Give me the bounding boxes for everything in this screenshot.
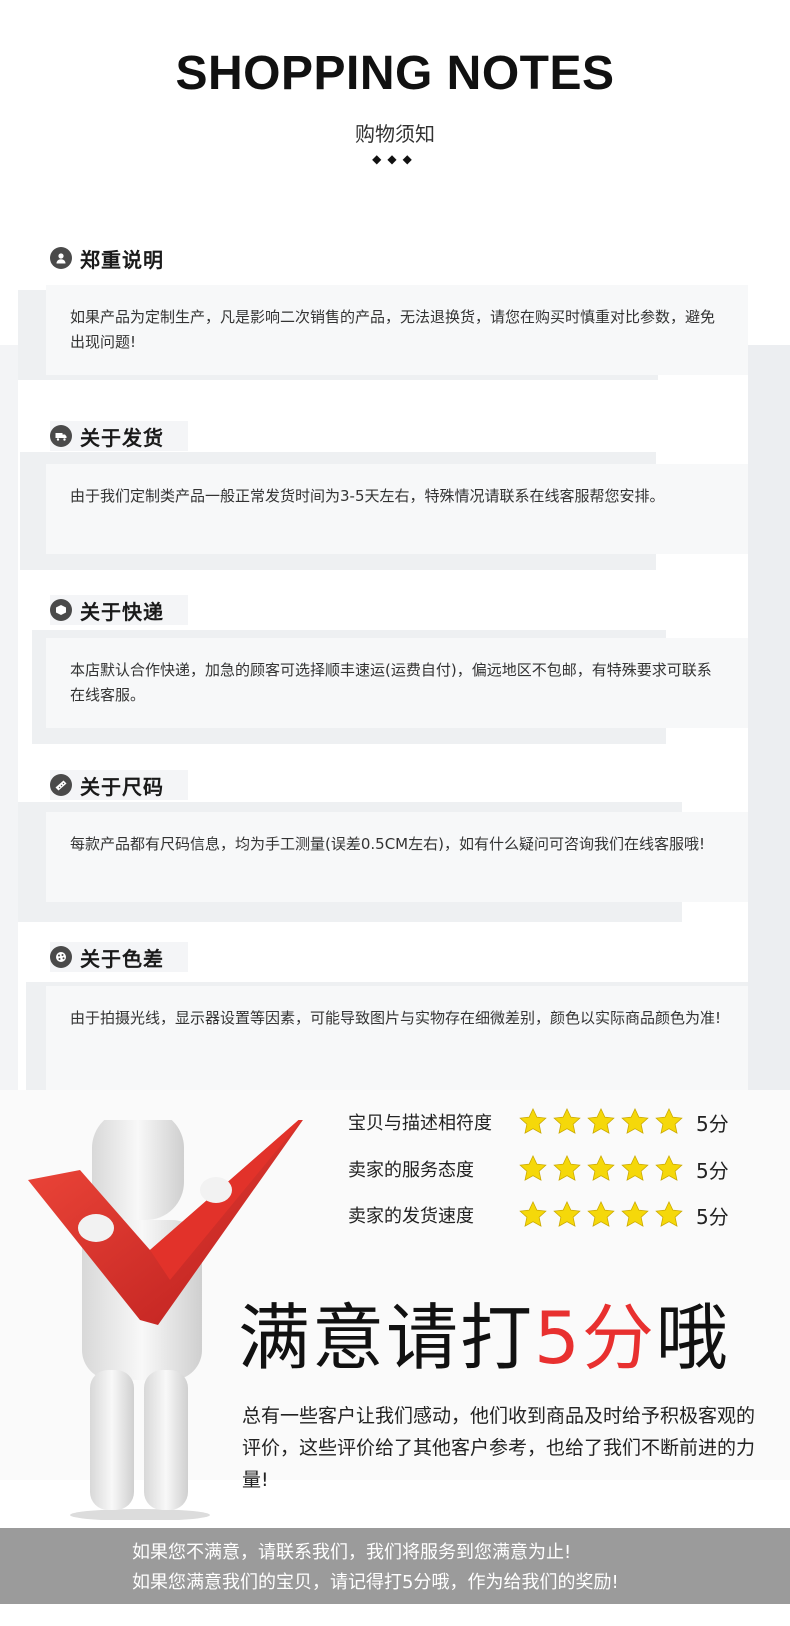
page-subtitle: 购物须知: [355, 122, 435, 146]
note-title: 关于快递: [80, 599, 164, 624]
note-box-shipping: 由于我们定制类产品一般正常发货时间为3-5天左右，特殊情况请联系在线客服帮您安排…: [46, 464, 748, 554]
note-text: 每款产品都有尺码信息，均为手工测量(误差0.5CM左右)，如有什么疑问可咨询我们…: [70, 835, 705, 853]
rating-label: 宝贝与描述相符度: [348, 1113, 492, 1134]
package-icon: [50, 599, 72, 621]
page-title: SHOPPING NOTES: [175, 47, 615, 100]
note-text: 本店默认合作快递，加急的顾客可选择顺丰速运(运费自付)，偏远地区不包邮，有特殊要…: [70, 661, 712, 704]
note-title: 关于尺码: [80, 774, 164, 799]
star-icon: [553, 1107, 581, 1134]
star-icon: [519, 1107, 547, 1134]
header: SHOPPING NOTES 购物须知 ◆◆◆: [0, 0, 790, 200]
rating-row-description: 宝贝与描述相符度 5分: [348, 1105, 729, 1139]
note-text: 如果产品为定制生产，凡是影响二次销售的产品，无法退换货，请您在购买时慎重对比参数…: [70, 308, 716, 351]
note-box-statement: 如果产品为定制生产，凡是影响二次销售的产品，无法退换货，请您在购买时慎重对比参数…: [46, 285, 748, 375]
background-panel-left: [0, 345, 18, 1090]
footer-banner: 如果您不满意，请联系我们，我们将服务到您满意为止! 如果您满意我们的宝贝，请记得…: [0, 1528, 790, 1604]
star-icon: [553, 1200, 581, 1227]
star-icon: [553, 1154, 581, 1181]
star-icon: [655, 1200, 683, 1227]
note-heading-size: 关于尺码: [50, 770, 188, 800]
slogan-suffix: 哦: [655, 1296, 730, 1380]
rating-score: 5分: [696, 1111, 729, 1136]
rating-score: 5分: [696, 1204, 729, 1229]
star-icon: [587, 1107, 615, 1134]
star-icon: [655, 1107, 683, 1134]
star-icon: [621, 1154, 649, 1181]
star-icon: [519, 1200, 547, 1227]
star-icon: [587, 1200, 615, 1227]
slogan-headline: 满意请打5分哦: [238, 1296, 730, 1380]
star-rating: [518, 1200, 690, 1230]
note-box-size: 每款产品都有尺码信息，均为手工测量(误差0.5CM左右)，如有什么疑问可咨询我们…: [46, 812, 748, 902]
rating-row-delivery: 卖家的发货速度 5分: [348, 1198, 729, 1232]
note-text: 由于我们定制类产品一般正常发货时间为3-5天左右，特殊情况请联系在线客服帮您安排…: [70, 487, 665, 505]
star-rating: [518, 1154, 690, 1184]
note-heading-color: 关于色差: [50, 942, 188, 972]
star-icon: [519, 1154, 547, 1181]
note-heading-express: 关于快递: [50, 595, 188, 625]
note-title: 关于发货: [80, 425, 164, 450]
note-heading-shipping: 关于发货: [50, 421, 188, 451]
truck-icon: [50, 425, 72, 447]
ruler-icon: [50, 774, 72, 796]
star-icon: [621, 1107, 649, 1134]
note-title: 关于色差: [80, 946, 164, 971]
star-icon: [587, 1154, 615, 1181]
star-icon: [621, 1200, 649, 1227]
rating-label: 卖家的服务态度: [348, 1160, 474, 1181]
slogan-highlight: 5分: [534, 1296, 656, 1380]
palette-icon: [50, 946, 72, 968]
background-panel-right: [748, 345, 790, 1090]
diamond-ornament: ◆◆◆: [372, 152, 418, 166]
note-box-express: 本店默认合作快递，加急的顾客可选择顺丰速运(运费自付)，偏远地区不包邮，有特殊要…: [46, 638, 748, 728]
footer-line-2: 如果您满意我们的宝贝，请记得打5分哦，作为给我们的奖励!: [132, 1572, 619, 1593]
footer-line-1: 如果您不满意，请联系我们，我们将服务到您满意为止!: [132, 1542, 572, 1563]
note-box-color: 由于拍摄光线，显示器设置等因素，可能导致图片与实物存在细微差别，颜色以实际商品颜…: [46, 986, 748, 1090]
slogan-prefix: 满意请打: [238, 1296, 535, 1380]
rating-row-service: 卖家的服务态度 5分: [348, 1152, 729, 1186]
star-icon: [655, 1154, 683, 1181]
note-heading-statement: 郑重说明: [50, 243, 188, 273]
slogan-paragraph: 总有一些客户让我们感动，他们收到商品及时给予积极客观的评价，这些评价给了其他客户…: [242, 1405, 756, 1491]
user-icon: [50, 247, 72, 269]
star-rating: [518, 1107, 690, 1137]
note-title: 郑重说明: [80, 247, 164, 272]
note-text: 由于拍摄光线，显示器设置等因素，可能导致图片与实物存在细微差别，颜色以实际商品颜…: [70, 1009, 722, 1027]
rating-score: 5分: [696, 1158, 729, 1183]
rating-label: 卖家的发货速度: [348, 1206, 474, 1227]
